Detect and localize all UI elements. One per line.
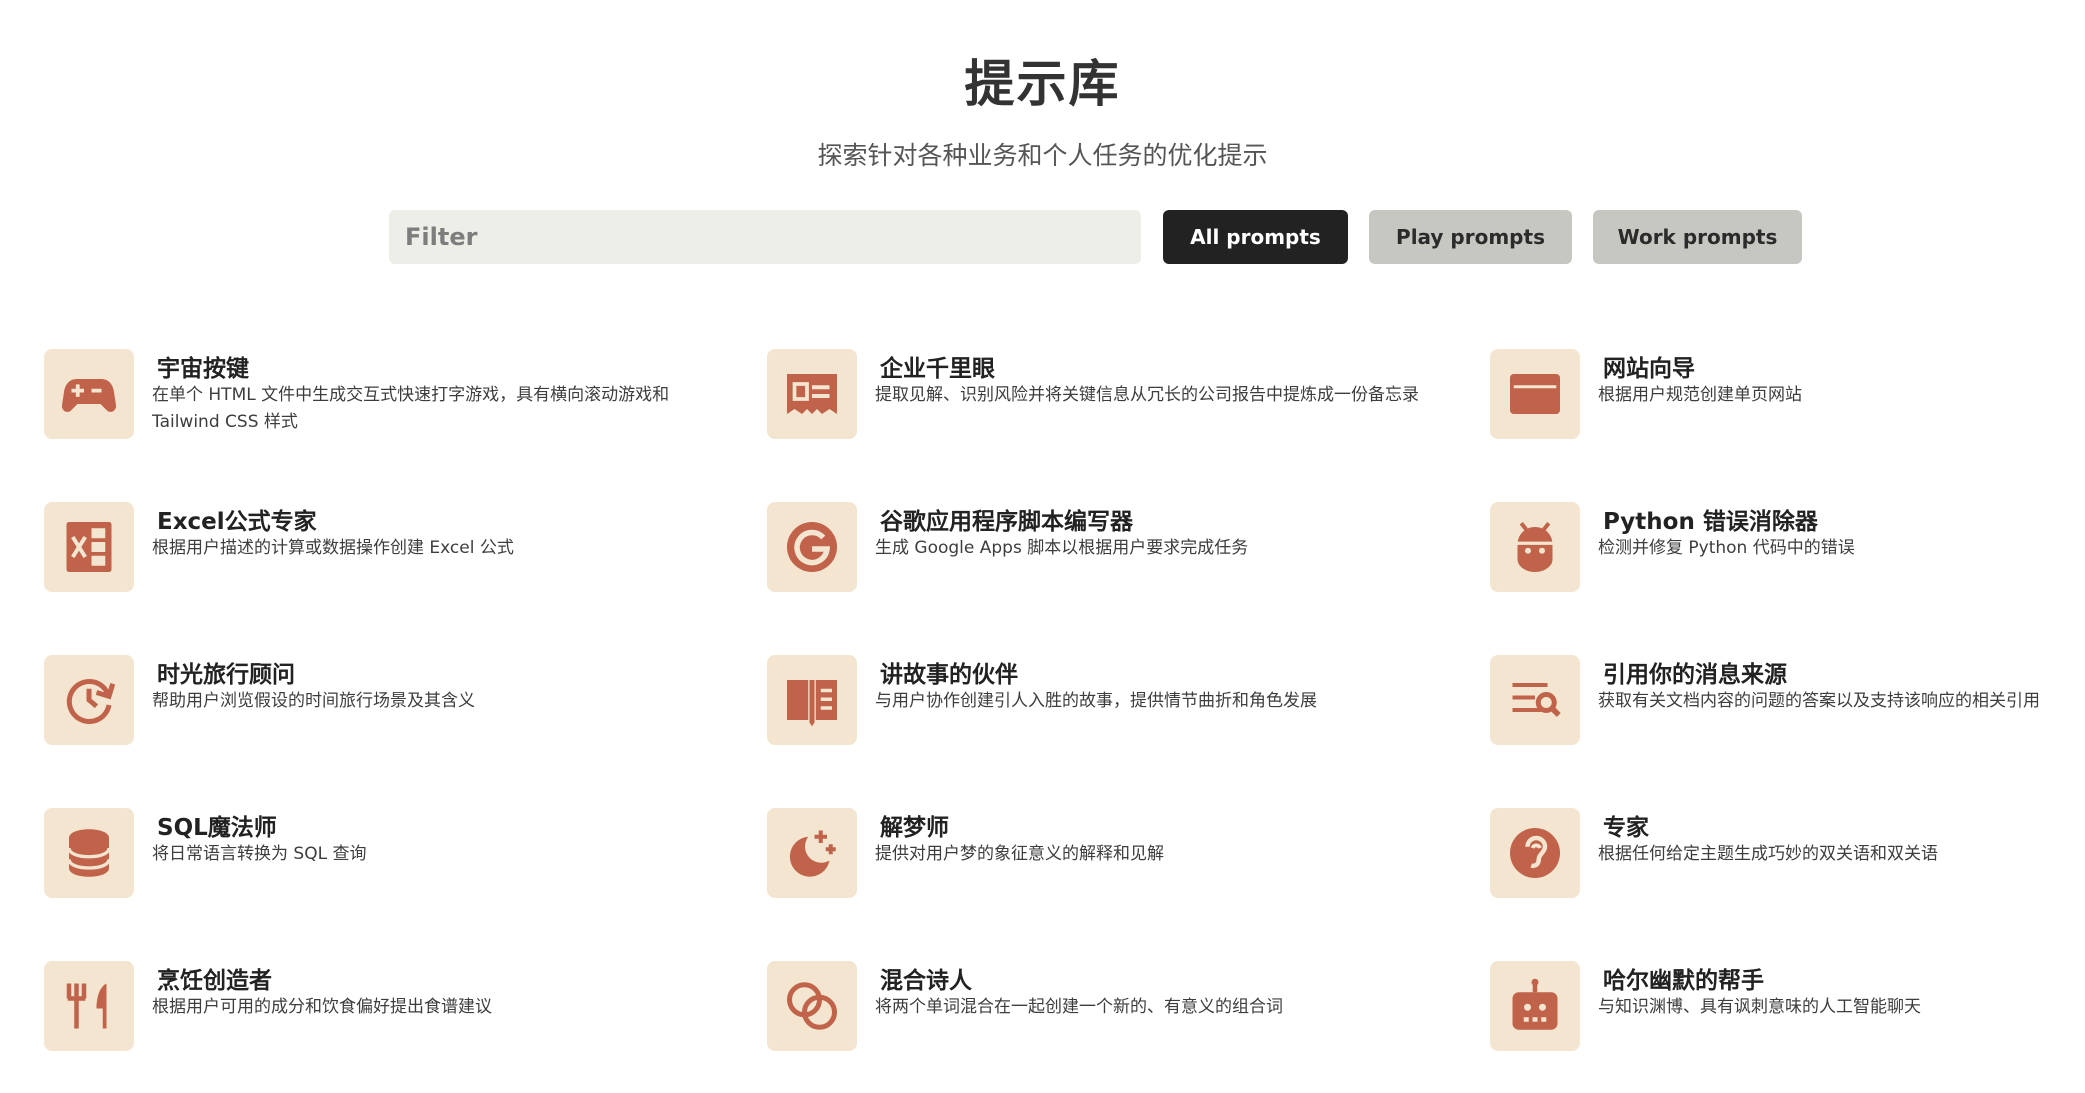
tab-all-prompts[interactable]: All prompts [1163,210,1348,264]
prompt-card[interactable]: 解梦师 提供对用户梦的象征意义的解释和见解 [767,808,1467,908]
prompt-card[interactable]: 谷歌应用程序脚本编写器 生成 Google Apps 脚本以根据用户要求完成任务 [767,502,1467,602]
prompt-description: 提取见解、识别风险并将关键信息从冗长的公司报告中提炼成一份备忘录 [875,385,1419,405]
prompt-title: 烹饪创造者 [157,968,272,994]
prompt-description: 根据任何给定主题生成巧妙的双关语和双关语 [1598,844,1938,864]
gamepad-icon [44,349,134,439]
prompt-description: 与知识渊博、具有讽刺意味的人工智能聊天 [1598,997,1921,1017]
prompt-title: 专家 [1603,815,1649,841]
search-text-icon [1490,655,1580,745]
prompt-card[interactable]: 烹饪创造者 根据用户可用的成分和饮食偏好提出食谱建议 [44,961,744,1061]
database-icon [44,808,134,898]
prompt-title: SQL魔法师 [157,815,277,841]
report-icon [767,349,857,439]
filter-input[interactable] [389,210,1141,264]
prompt-title: 谷歌应用程序脚本编写器 [880,509,1133,535]
prompt-title: 时光旅行顾问 [157,662,295,688]
prompt-title: 网站向导 [1603,356,1695,382]
prompt-description: 将日常语言转换为 SQL 查询 [152,844,367,864]
robot-icon [1490,961,1580,1051]
prompt-card[interactable]: 专家 根据任何给定主题生成巧妙的双关语和双关语 [1490,808,2085,908]
prompt-title: 解梦师 [880,815,949,841]
page-subtitle: 探索针对各种业务和个人任务的优化提示 [817,141,1268,170]
prompt-card[interactable]: Python 错误消除器 检测并修复 Python 代码中的错误 [1490,502,2085,602]
prompt-title: 混合诗人 [880,968,972,994]
prompt-title: 讲故事的伙伴 [880,662,1018,688]
bug-icon [1490,502,1580,592]
page-title: 提示库 [964,55,1121,113]
excel-icon [44,502,134,592]
book-icon [767,655,857,745]
prompt-description: 根据用户可用的成分和饮食偏好提出食谱建议 [152,997,492,1017]
time-travel-icon [44,655,134,745]
prompt-card[interactable]: 网站向导 根据用户规范创建单页网站 [1490,349,2085,449]
prompt-description: 根据用户规范创建单页网站 [1598,385,1802,405]
prompt-card[interactable]: 混合诗人 将两个单词混合在一起创建一个新的、有意义的组合词 [767,961,1467,1061]
prompt-card[interactable]: 哈尔幽默的帮手 与知识渊博、具有讽刺意味的人工智能聊天 [1490,961,2085,1061]
google-icon [767,502,857,592]
prompt-description: 将两个单词混合在一起创建一个新的、有意义的组合词 [875,997,1283,1017]
blend-circles-icon [767,961,857,1051]
tab-work-prompts[interactable]: Work prompts [1593,210,1802,264]
browser-window-icon [1490,349,1580,439]
prompt-description: 生成 Google Apps 脚本以根据用户要求完成任务 [875,538,1249,558]
prompt-description: 根据用户描述的计算或数据操作创建 Excel 公式 [152,538,514,558]
prompt-card[interactable]: 企业千里眼 提取见解、识别风险并将关键信息从冗长的公司报告中提炼成一份备忘录 [767,349,1467,449]
prompt-description: 与用户协作创建引人入胜的故事，提供情节曲折和角色发展 [875,691,1317,711]
prompt-card[interactable]: 引用你的消息来源 获取有关文档内容的问题的答案以及支持该响应的相关引用 [1490,655,2085,755]
prompt-card[interactable]: 时光旅行顾问 帮助用户浏览假设的时间旅行场景及其含义 [44,655,744,755]
tab-play-prompts[interactable]: Play prompts [1369,210,1572,264]
prompt-description: 获取有关文档内容的问题的答案以及支持该响应的相关引用 [1598,691,2040,711]
prompt-card[interactable]: 宇宙按键 在单个 HTML 文件中生成交互式快速打字游戏，具有横向滚动游戏和 T… [44,349,744,449]
prompt-title: 哈尔幽默的帮手 [1603,968,1764,994]
prompt-description: 在单个 HTML 文件中生成交互式快速打字游戏，具有横向滚动游戏和 Tailwi… [152,385,670,432]
prompt-title: 宇宙按键 [157,356,249,382]
prompt-card[interactable]: Excel公式专家 根据用户描述的计算或数据操作创建 Excel 公式 [44,502,744,602]
prompt-title: Excel公式专家 [157,509,317,535]
prompt-title: Python 错误消除器 [1603,509,1818,535]
prompt-description: 帮助用户浏览假设的时间旅行场景及其含义 [152,691,475,711]
moon-stars-icon [767,808,857,898]
prompt-title: 企业千里眼 [880,356,995,382]
prompt-title: 引用你的消息来源 [1603,662,1787,688]
prompt-description: 提供对用户梦的象征意义的解释和见解 [875,844,1164,864]
prompt-card[interactable]: 讲故事的伙伴 与用户协作创建引人入胜的故事，提供情节曲折和角色发展 [767,655,1467,755]
fork-knife-icon [44,961,134,1051]
ear-icon [1490,808,1580,898]
prompt-card[interactable]: SQL魔法师 将日常语言转换为 SQL 查询 [44,808,744,908]
prompt-description: 检测并修复 Python 代码中的错误 [1598,538,1855,558]
